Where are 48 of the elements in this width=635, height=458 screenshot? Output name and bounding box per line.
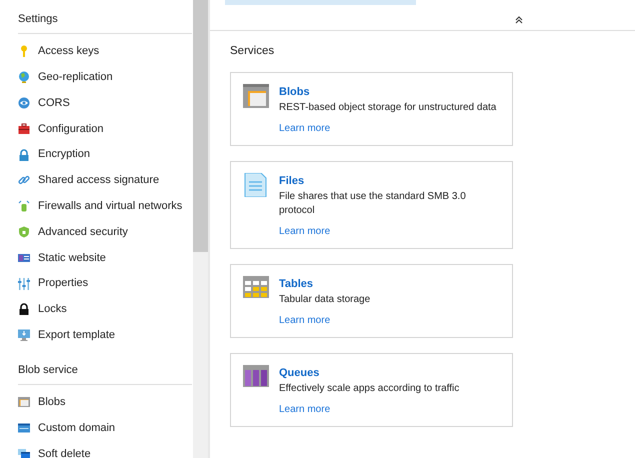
service-title: Files	[279, 174, 306, 190]
sidebar-item[interactable]: Access keys	[18, 38, 193, 64]
service-description: Tabular data storage	[279, 292, 370, 307]
learn-more-link[interactable]: Learn more	[279, 312, 330, 328]
sidebar-item[interactable]: Properties	[18, 270, 193, 296]
document-icon	[243, 173, 269, 198]
scrollbar-thumb[interactable]	[193, 0, 208, 252]
link-icon	[18, 174, 30, 186]
sidebar-item[interactable]: Custom domain	[18, 415, 193, 442]
sidebar-item[interactable]: Blobs	[18, 390, 193, 416]
windows-stack-icon	[18, 448, 30, 458]
service-title: Queues	[279, 366, 320, 382]
service-description: REST-based object storage for unstructured data	[279, 100, 496, 115]
sidebar-item[interactable]: Configuration	[18, 116, 193, 142]
sidebar-item[interactable]: Geo-replication	[18, 64, 193, 90]
queue-icon	[243, 365, 269, 390]
browser-icon	[18, 422, 30, 434]
sidebar-item[interactable]: Firewalls and virtual networks	[18, 193, 193, 220]
folder-icon	[243, 84, 269, 108]
sidebar-item[interactable]: Locks	[18, 296, 193, 322]
sidebar-item[interactable]: Static website	[18, 244, 193, 271]
section-heading: Settings	[18, 11, 192, 34]
collapse-chevron-icon[interactable]	[515, 16, 523, 24]
learn-more-link[interactable]: Learn more	[279, 224, 330, 239]
service-description: Effectively scale apps according to traffic	[279, 382, 460, 396]
scrollbar[interactable]	[193, 0, 208, 458]
section-heading: Services	[230, 44, 276, 59]
monitor-icon	[18, 329, 30, 342]
toolbox-icon	[18, 122, 30, 135]
service-title: Blobs	[279, 85, 311, 100]
folder-icon	[18, 396, 30, 408]
learn-more-link[interactable]: Learn more	[279, 402, 330, 417]
key-icon	[18, 45, 30, 58]
lock-icon	[18, 148, 30, 161]
sidebar-item[interactable]: Advanced security	[18, 219, 193, 245]
sidebar-item[interactable]: Export template	[18, 322, 193, 348]
sidebar-item[interactable]: Encryption	[18, 142, 193, 168]
service-title: Tables	[279, 277, 314, 292]
section-heading: Blob service	[18, 362, 192, 385]
sidebar-item[interactable]: CORS	[18, 90, 193, 116]
sidebar-item[interactable]: Soft delete	[18, 441, 193, 458]
window-icon	[18, 252, 30, 264]
service-description: File shares that use the standard SMB 3.0 protocol	[279, 190, 467, 218]
sidebar-item[interactable]: Shared access signature	[18, 167, 193, 194]
learn-more-link[interactable]: Learn more	[279, 120, 330, 136]
sliders-icon	[18, 278, 30, 290]
table-icon	[243, 276, 269, 300]
lock-icon	[18, 303, 30, 316]
